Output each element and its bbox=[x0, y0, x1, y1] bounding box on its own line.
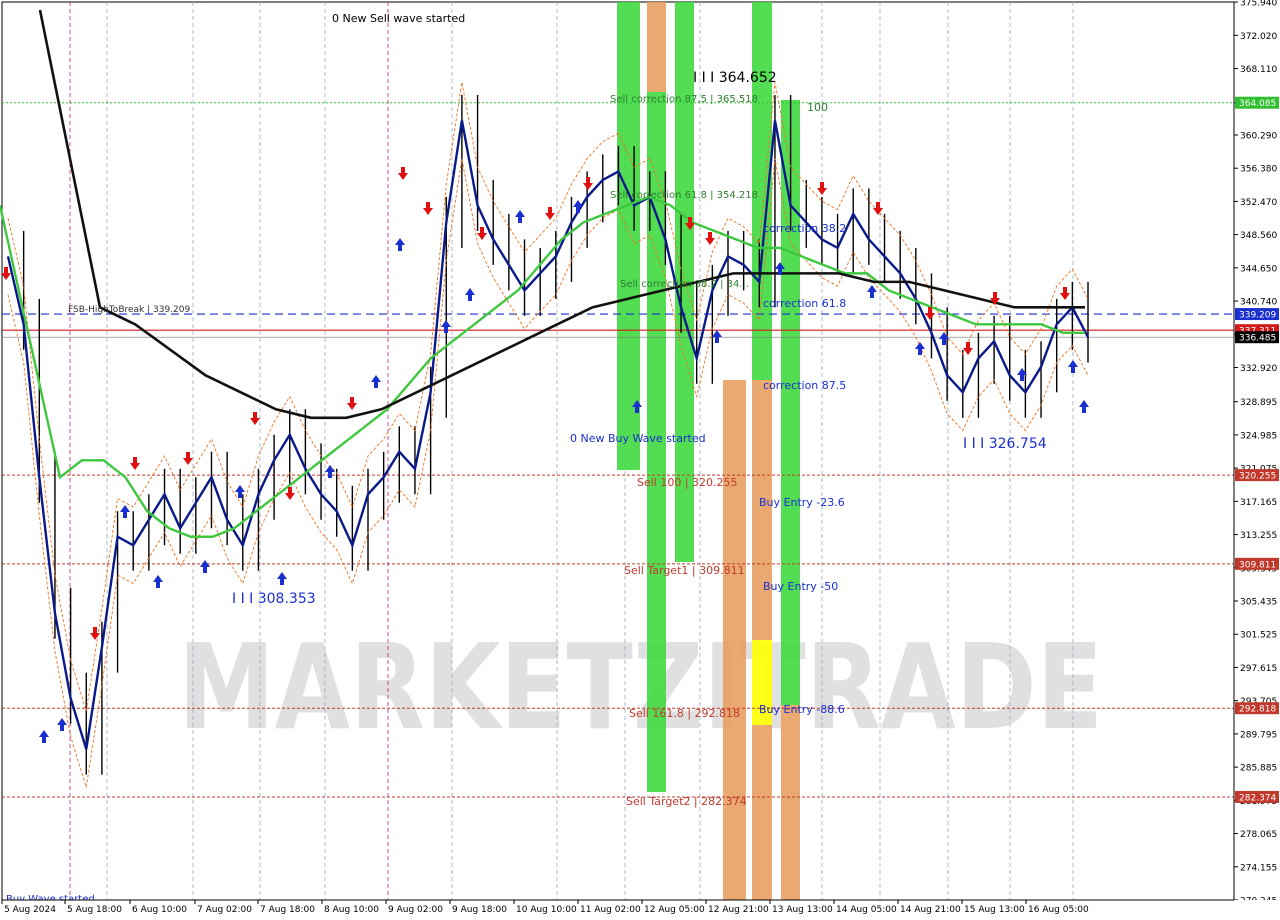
chart-annotation: correction 38.2 bbox=[763, 222, 846, 235]
price-tag-label: 336.485 bbox=[1239, 334, 1276, 344]
time-tick-label: 9 Aug 02:00 bbox=[388, 905, 443, 915]
price-tag-label: 282.374 bbox=[1239, 793, 1276, 803]
price-tag-label: 339.209 bbox=[1239, 311, 1276, 321]
time-tick-label: 16 Aug 05:00 bbox=[1028, 905, 1089, 915]
time-tick-label: 6 Aug 10:00 bbox=[132, 905, 187, 915]
time-tick-label: 7 Aug 18:00 bbox=[260, 905, 315, 915]
time-tick-label: 15 Aug 13:00 bbox=[964, 905, 1025, 915]
time-tick-label: 7 Aug 02:00 bbox=[197, 905, 252, 915]
price-tick-label: 352.470 bbox=[1240, 198, 1277, 208]
chart-annotation: I I I 308.353 bbox=[232, 591, 316, 607]
time-tick-label: 8 Aug 10:00 bbox=[324, 905, 379, 915]
chart-annotation: Sell 100 | 320.255 bbox=[637, 476, 738, 489]
price-tick-label: 344.650 bbox=[1240, 264, 1277, 274]
chart-annotation: correction 87.5 bbox=[763, 379, 846, 392]
chart-annotation: Sell correction 38.2 | 34... bbox=[620, 279, 749, 290]
chart-annotation: Buy Entry -50 bbox=[763, 580, 838, 593]
price-tick-label: 305.435 bbox=[1240, 598, 1277, 608]
chart-annotation: Sell correction 87.5 | 365.518 bbox=[610, 94, 758, 105]
price-tick-label: 332.920 bbox=[1240, 364, 1277, 374]
price-tick-label: 375.940 bbox=[1240, 0, 1277, 9]
zone-bar bbox=[752, 725, 772, 900]
time-tick-label: 12 Aug 21:00 bbox=[708, 905, 769, 915]
chart-annotation: Sell Target2 | 282.374 bbox=[626, 795, 747, 808]
price-tick-label: 285.885 bbox=[1240, 764, 1277, 774]
price-tag-label: 292.818 bbox=[1239, 705, 1276, 715]
zone-bar bbox=[781, 705, 800, 900]
price-tick-label: 278.065 bbox=[1240, 830, 1277, 840]
chart-annotation: 100 bbox=[807, 101, 828, 114]
time-tick-label: 5 Aug 18:00 bbox=[67, 905, 122, 915]
chart-annotation: FSB-HighToBreak | 339.209 bbox=[68, 305, 190, 315]
watermark: MARKETZITRADE bbox=[178, 618, 1103, 756]
price-tick-label: 368.110 bbox=[1240, 65, 1277, 75]
price-tick-label: 297.615 bbox=[1240, 664, 1277, 674]
chart-annotation: correction 61.8 bbox=[763, 297, 846, 310]
time-tick-label: 13 Aug 13:00 bbox=[772, 905, 833, 915]
time-tick-label: 5 Aug 2024 bbox=[4, 905, 56, 915]
chart-annotation: I I I 364.652 bbox=[693, 70, 777, 86]
price-tick-label: 274.155 bbox=[1240, 863, 1277, 873]
chart-annotation: 0 New Buy Wave started bbox=[570, 432, 706, 445]
price-tick-label: 301.525 bbox=[1240, 631, 1277, 641]
chart-annotation: Buy Entry -88.6 bbox=[759, 703, 845, 716]
chart-annotation: Sell Target1 | 309.811 bbox=[624, 564, 745, 577]
chart-annotation: 0 New Sell wave started bbox=[332, 12, 465, 25]
time-tick-label: 14 Aug 21:00 bbox=[900, 905, 961, 915]
zone-bar bbox=[752, 380, 772, 640]
time-tick-label: 11 Aug 02:00 bbox=[580, 905, 641, 915]
chart-annotation: Sell 161.8 | 292.818 bbox=[629, 707, 740, 720]
price-tick-label: 348.560 bbox=[1240, 231, 1277, 241]
time-tick-label: 10 Aug 10:00 bbox=[516, 905, 577, 915]
chart-annotation: Sell correction 61.8 | 354.218 bbox=[610, 190, 758, 201]
price-tick-label: 360.290 bbox=[1240, 131, 1277, 141]
zone-bar bbox=[647, 2, 666, 92]
price-tag-label: 309.811 bbox=[1239, 560, 1276, 570]
price-tick-label: 356.380 bbox=[1240, 165, 1277, 175]
price-tick-label: 313.255 bbox=[1240, 531, 1277, 541]
chart-annotation: I I I 326.754 bbox=[963, 436, 1047, 452]
chart-annotation: Buy Entry -23.6 bbox=[759, 496, 845, 509]
price-tick-label: 372.020 bbox=[1240, 32, 1277, 42]
time-tick-label: 12 Aug 05:00 bbox=[644, 905, 705, 915]
price-tick-label: 324.985 bbox=[1240, 431, 1277, 441]
price-tick-label: 289.795 bbox=[1240, 730, 1277, 740]
price-chart: MARKETZITRADE 0 New Sell wave started I I … bbox=[0, 0, 1280, 920]
price-tag-label: 364.085 bbox=[1239, 99, 1276, 109]
price-tick-label: 340.740 bbox=[1240, 298, 1277, 308]
time-tick-label: 14 Aug 05:00 bbox=[836, 905, 897, 915]
zone-bar bbox=[617, 2, 640, 470]
price-tick-label: 328.895 bbox=[1240, 398, 1277, 408]
time-tick-label: 9 Aug 18:00 bbox=[452, 905, 507, 915]
zone-bar bbox=[723, 380, 746, 900]
price-tag-label: 320.255 bbox=[1239, 472, 1276, 482]
price-tick-label: 317.165 bbox=[1240, 498, 1277, 508]
